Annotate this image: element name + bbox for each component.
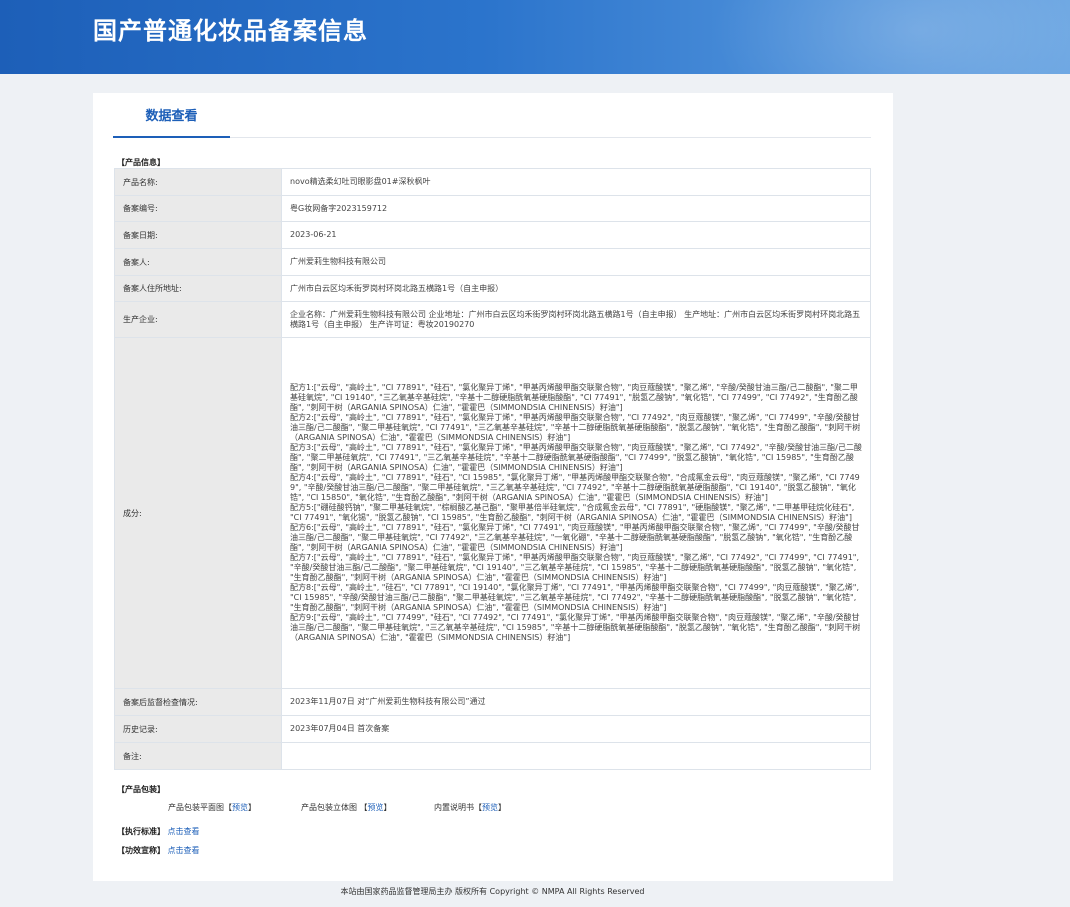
row-label: 历史记录: bbox=[114, 715, 282, 743]
packaging-title: 【产品包装】 bbox=[117, 785, 165, 794]
product-info-title: 【产品信息】 bbox=[117, 158, 165, 167]
page-title: 国产普通化妆品备案信息 bbox=[93, 17, 368, 45]
inspection-value: 2023年11月07日 对“广州爱莉生物科技有限公司”通过 bbox=[281, 688, 871, 716]
claims-row: 【功效宣称】 点击查看 bbox=[117, 845, 200, 856]
packaging-item-label: 产品包装平面图 bbox=[168, 803, 224, 812]
header-banner: 国产普通化妆品备案信息 bbox=[0, 0, 1070, 74]
product-info-table: 产品名称: novo精选柔幻吐司眼影盘01#深秋枫叶 备案编号: 粤G妆网备字2… bbox=[114, 168, 871, 770]
formula-7: 配方7:["云母", "高岭土", "CI 77891", "硅石", "氯化聚… bbox=[290, 553, 860, 582]
row-label: 备案日期: bbox=[114, 221, 282, 249]
packaging-item-label: 内置说明书 bbox=[434, 803, 474, 812]
standards-row: 【执行标准】 点击查看 bbox=[117, 826, 200, 837]
registrant-value: 广州爱莉生物科技有限公司 bbox=[281, 248, 871, 276]
row-label: 备注: bbox=[114, 742, 282, 770]
table-row: 备案日期: 2023-06-21 bbox=[114, 221, 871, 249]
table-row: 备注: bbox=[114, 742, 871, 770]
table-row: 成分: 配方1:["云母", "高岭土", "CI 77891", "硅石", … bbox=[114, 337, 871, 689]
table-row: 备案后监督检查情况: 2023年11月07日 对“广州爱莉生物科技有限公司”通过 bbox=[114, 688, 871, 716]
formula-1: 配方1:["云母", "高岭土", "CI 77891", "硅石", "氯化聚… bbox=[290, 383, 858, 412]
remarks-value bbox=[281, 742, 871, 770]
packaging-item-manual: 内置说明书【预览】 bbox=[434, 803, 506, 812]
record-number-value: 粤G妆网备字2023159712 bbox=[281, 195, 871, 222]
standards-link[interactable]: 点击查看 bbox=[168, 827, 200, 836]
preview-link-3d[interactable]: 预览 bbox=[368, 803, 384, 812]
table-row: 备案人住所地址: 广州市白云区均禾街罗岗村环岗北路五横路1号（自主申报） bbox=[114, 275, 871, 302]
formula-3: 配方3:["云母", "高岭土", "CI 77891", "硅石", "氯化聚… bbox=[290, 443, 862, 472]
main-panel: 数据查看 【产品信息】 产品名称: novo精选柔幻吐司眼影盘01#深秋枫叶 备… bbox=[93, 93, 893, 881]
preview-link-flat[interactable]: 预览 bbox=[232, 803, 248, 812]
manufacturer-value: 企业名称：广州爱莉生物科技有限公司 企业地址：广州市白云区均禾街罗岗村环岗北路五… bbox=[281, 301, 871, 338]
row-label: 备案后监督检查情况: bbox=[114, 688, 282, 716]
formula-4: 配方4:["云母", "高岭土", "CI 77891", "硅石", "CI … bbox=[290, 473, 860, 502]
table-row: 产品名称: novo精选柔幻吐司眼影盘01#深秋枫叶 bbox=[114, 168, 871, 196]
packaging-item-flat: 产品包装平面图【预览】 bbox=[168, 803, 256, 812]
packaging-item-3d: 产品包装立体图 【预览】 bbox=[301, 803, 392, 812]
claims-title: 【功效宣称】 bbox=[117, 846, 165, 855]
row-label: 备案编号: bbox=[114, 195, 282, 222]
row-label: 成分: bbox=[114, 337, 282, 689]
standards-title: 【执行标准】 bbox=[117, 827, 165, 836]
address-value: 广州市白云区均禾街罗岗村环岗北路五横路1号（自主申报） bbox=[281, 275, 871, 302]
formula-5: 配方5:["硼硅酸钙钠", "聚二甲基硅氧烷", "棕榈酸乙基己酯", "聚甲基… bbox=[290, 503, 855, 522]
packaging-item-label: 产品包装立体图 bbox=[301, 803, 357, 812]
formula-9: 配方9:["云母", "高岭土", "CI 77499", "硅石", "CI … bbox=[290, 613, 861, 642]
formula-8: 配方8:["云母", "高岭土", "硅石", "CI 77891", "CI … bbox=[290, 583, 860, 612]
formula-2: 配方2:["云母", "高岭土", "CI 77891", "硅石", "氯化聚… bbox=[290, 413, 861, 442]
product-name-value: novo精选柔幻吐司眼影盘01#深秋枫叶 bbox=[281, 168, 871, 196]
row-label: 备案人: bbox=[114, 248, 282, 276]
formula-6: 配方6:["云母", "高岭土", "CI 77891", "硅石", "氯化聚… bbox=[290, 523, 860, 552]
row-label: 备案人住所地址: bbox=[114, 275, 282, 302]
footer-copyright: 本站由国家药品监督管理局主办 版权所有 Copyright © NMPA All… bbox=[340, 887, 645, 896]
row-label: 生产企业: bbox=[114, 301, 282, 338]
claims-link[interactable]: 点击查看 bbox=[168, 846, 200, 855]
ingredients-value: 配方1:["云母", "高岭土", "CI 77891", "硅石", "氯化聚… bbox=[281, 337, 871, 689]
tab-data-view[interactable]: 数据查看 bbox=[113, 93, 230, 138]
table-row: 历史记录: 2023年07月04日 首次备案 bbox=[114, 715, 871, 743]
table-row: 备案编号: 粤G妆网备字2023159712 bbox=[114, 195, 871, 222]
row-label: 产品名称: bbox=[114, 168, 282, 196]
table-row: 生产企业: 企业名称：广州爱莉生物科技有限公司 企业地址：广州市白云区均禾街罗岗… bbox=[114, 301, 871, 338]
table-row: 备案人: 广州爱莉生物科技有限公司 bbox=[114, 248, 871, 276]
record-date-value: 2023-06-21 bbox=[281, 221, 871, 249]
history-value: 2023年07月04日 首次备案 bbox=[281, 715, 871, 743]
preview-link-manual[interactable]: 预览 bbox=[482, 803, 498, 812]
tab-bar: 数据查看 bbox=[113, 93, 871, 138]
